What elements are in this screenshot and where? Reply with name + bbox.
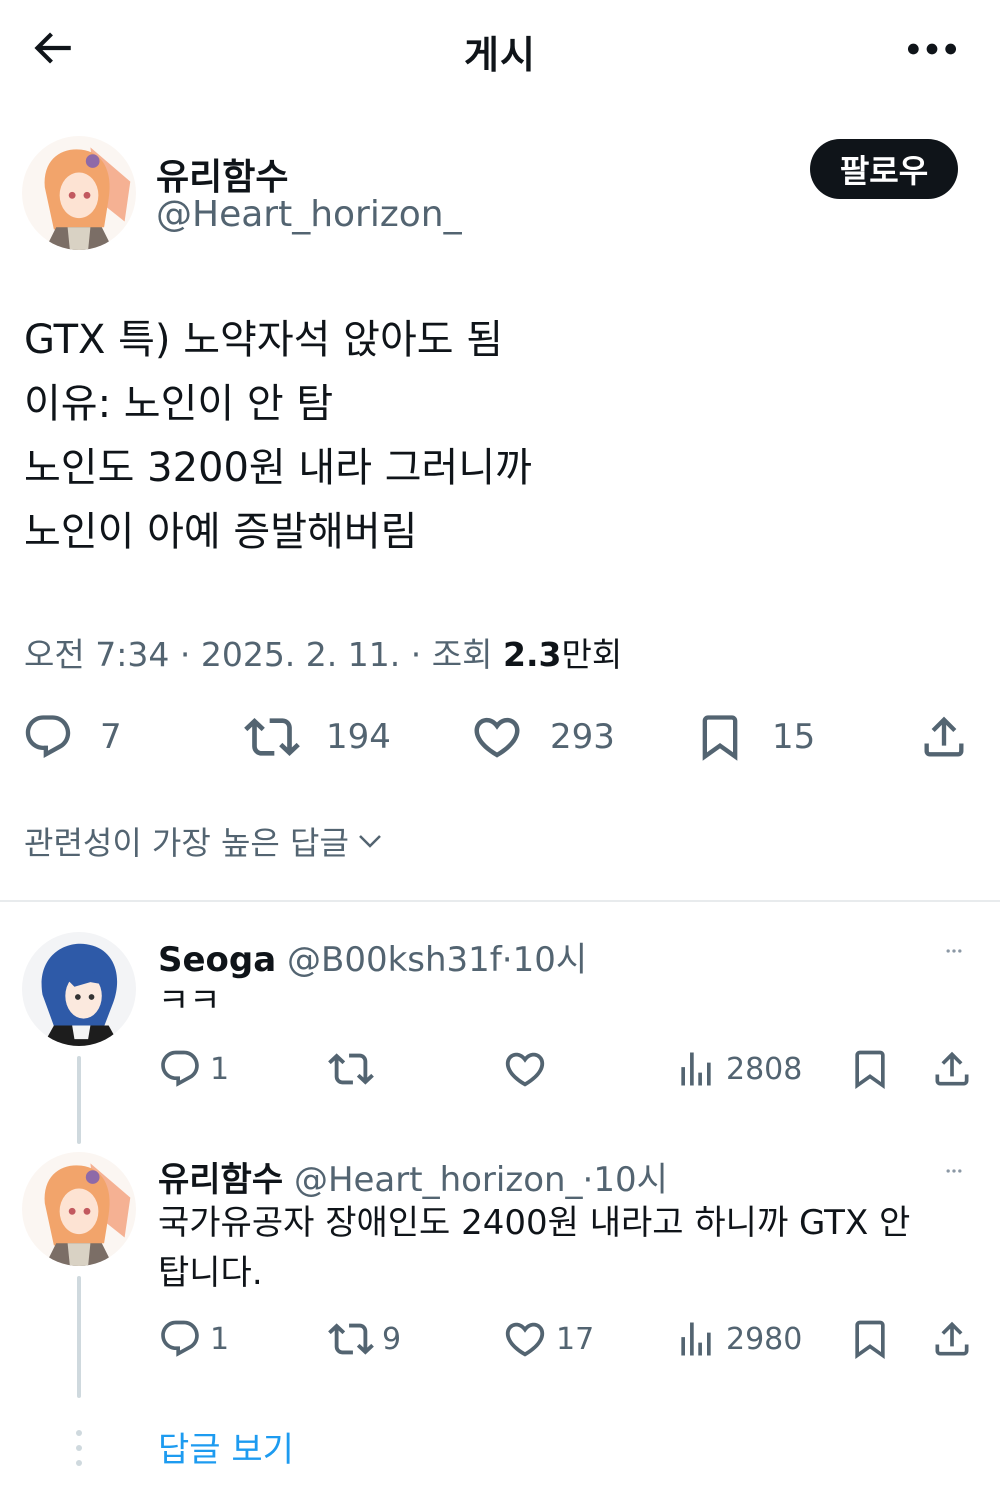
- reply-icon: [22, 711, 74, 763]
- bar-chart-icon: [674, 1047, 718, 1091]
- share-icon: [930, 1317, 974, 1361]
- heart-icon: [470, 710, 524, 764]
- repost-icon: [244, 709, 300, 765]
- bookmark-button[interactable]: [848, 1044, 892, 1094]
- post-action-bar: 7 194 293 15: [22, 706, 974, 768]
- more-horizontal-icon: [934, 1161, 974, 1181]
- reply-button[interactable]: 1: [158, 1314, 229, 1364]
- reply-count: 7: [100, 717, 122, 757]
- follow-button[interactable]: 팔로우: [810, 139, 958, 199]
- post-author: 유리함수 @Heart_horizon_ 팔로우: [22, 136, 962, 251]
- share-button[interactable]: [930, 1314, 974, 1364]
- meta-separator: ·: [410, 635, 422, 674]
- views-button[interactable]: 2808: [674, 1044, 802, 1094]
- more-horizontal-icon: [907, 43, 957, 55]
- views-count: 2980: [726, 1321, 803, 1357]
- chevron-down-icon: [359, 835, 381, 848]
- like-button[interactable]: [502, 1044, 556, 1094]
- heart-icon: [502, 1316, 548, 1362]
- repost-count: 194: [326, 717, 391, 757]
- share-icon: [918, 711, 970, 763]
- reply-author-name[interactable]: Seoga: [158, 940, 276, 980]
- thread-dots-icon: [76, 1430, 82, 1466]
- reply-avatar[interactable]: [22, 1152, 136, 1266]
- views-label: 조회: [431, 635, 493, 674]
- repost-icon: [328, 1316, 374, 1362]
- post-date[interactable]: 2025. 2. 11.: [201, 635, 400, 674]
- reply-separator: ·: [501, 940, 513, 980]
- bar-chart-icon: [674, 1317, 718, 1361]
- repost-button[interactable]: 194: [244, 706, 391, 768]
- reply-author-handle[interactable]: @Heart_horizon_: [294, 1160, 583, 1200]
- show-replies-link[interactable]: 답글 보기: [158, 1422, 294, 1471]
- reply-sort-dropdown[interactable]: 관련성이 가장 높은 답글: [24, 818, 385, 864]
- bookmark-button[interactable]: [848, 1314, 892, 1364]
- post-meta: 오전 7:34 · 2025. 2. 11. · 조회 2.3만회: [24, 628, 622, 676]
- reply-more-button[interactable]: [934, 1156, 974, 1186]
- reply-separator: ·: [582, 1160, 594, 1200]
- reply-header: 유리함수 @Heart_horizon_·10시: [158, 1152, 668, 1201]
- reply-header: Seoga @B00ksh31f·10시: [158, 932, 587, 981]
- reply-avatar[interactable]: [22, 932, 136, 1046]
- share-icon: [930, 1047, 974, 1091]
- reply-time[interactable]: 10시: [593, 1160, 668, 1200]
- views-unit: 만회: [561, 635, 623, 674]
- post-text-line: GTX 특) 노약자석 앉아도 됨: [24, 317, 504, 363]
- views-count[interactable]: 2.3: [503, 635, 561, 674]
- author-handle[interactable]: @Heart_horizon_: [156, 194, 462, 235]
- like-count: 17: [556, 1321, 595, 1357]
- bookmark-icon: [848, 1047, 892, 1091]
- share-button[interactable]: [918, 706, 970, 768]
- reply-icon: [158, 1047, 202, 1091]
- meta-separator: ·: [179, 635, 191, 674]
- reply-author-handle[interactable]: @B00ksh31f: [287, 940, 502, 980]
- reply-action-bar: 1 9 17 2980: [158, 1314, 978, 1364]
- bookmark-count: 15: [772, 717, 816, 757]
- page-title: 게시: [464, 33, 536, 77]
- heart-icon: [502, 1046, 548, 1092]
- thread-line: [77, 1276, 81, 1398]
- reply-more-button[interactable]: [934, 936, 974, 966]
- like-button[interactable]: 17: [502, 1314, 594, 1364]
- bookmark-icon: [848, 1317, 892, 1361]
- reply-icon: [158, 1317, 202, 1361]
- thread-line: [77, 1056, 81, 1144]
- reply-button[interactable]: 1: [158, 1044, 229, 1094]
- post-text-line: 노인도 3200원 내라 그러니까: [24, 445, 532, 491]
- reply-count: 1: [210, 1321, 230, 1357]
- post-text-line: 이유: 노인이 안 탐: [24, 381, 334, 427]
- post-text-line: 노인이 아예 증발해버림: [24, 509, 418, 555]
- like-count: 293: [550, 717, 615, 757]
- share-button[interactable]: [930, 1044, 974, 1094]
- reply-author-name[interactable]: 유리함수: [158, 1160, 283, 1200]
- reply-count: 1: [210, 1051, 230, 1087]
- repost-button[interactable]: [328, 1044, 382, 1094]
- reply-text-line: 국가유공자 장애인도 2400원 내라고 하니까 GTX 안: [158, 1203, 911, 1243]
- views-button[interactable]: 2980: [674, 1314, 802, 1364]
- more-options-button[interactable]: [902, 32, 962, 66]
- author-avatar[interactable]: [22, 136, 136, 250]
- sort-label: 관련성이 가장 높은 답글: [24, 824, 349, 862]
- repost-button[interactable]: 9: [328, 1314, 401, 1364]
- reply-button[interactable]: 7: [22, 706, 122, 768]
- post-time[interactable]: 오전 7:34: [24, 635, 169, 674]
- repost-count: 9: [382, 1321, 402, 1357]
- bookmark-button[interactable]: 15: [694, 706, 815, 768]
- post-text: GTX 특) 노약자석 앉아도 됨 이유: 노인이 안 탐 노인도 3200원 …: [24, 308, 974, 564]
- repost-icon: [328, 1046, 374, 1092]
- more-horizontal-icon: [934, 941, 974, 961]
- top-bar: 게시: [0, 0, 1000, 100]
- reply-text: ㅋㅋ: [158, 981, 221, 1021]
- views-count: 2808: [726, 1051, 803, 1087]
- author-name[interactable]: 유리함수: [156, 148, 288, 200]
- reply-action-bar: 1 2808: [158, 1044, 978, 1094]
- reply-text: 국가유공자 장애인도 2400원 내라고 하니까 GTX 안 탑니다.: [158, 1198, 968, 1298]
- reply-time[interactable]: 10시: [513, 940, 588, 980]
- bookmark-icon: [694, 711, 746, 763]
- divider: [0, 900, 1000, 902]
- like-button[interactable]: 293: [470, 706, 615, 768]
- reply-text-line: 탑니다.: [158, 1253, 263, 1293]
